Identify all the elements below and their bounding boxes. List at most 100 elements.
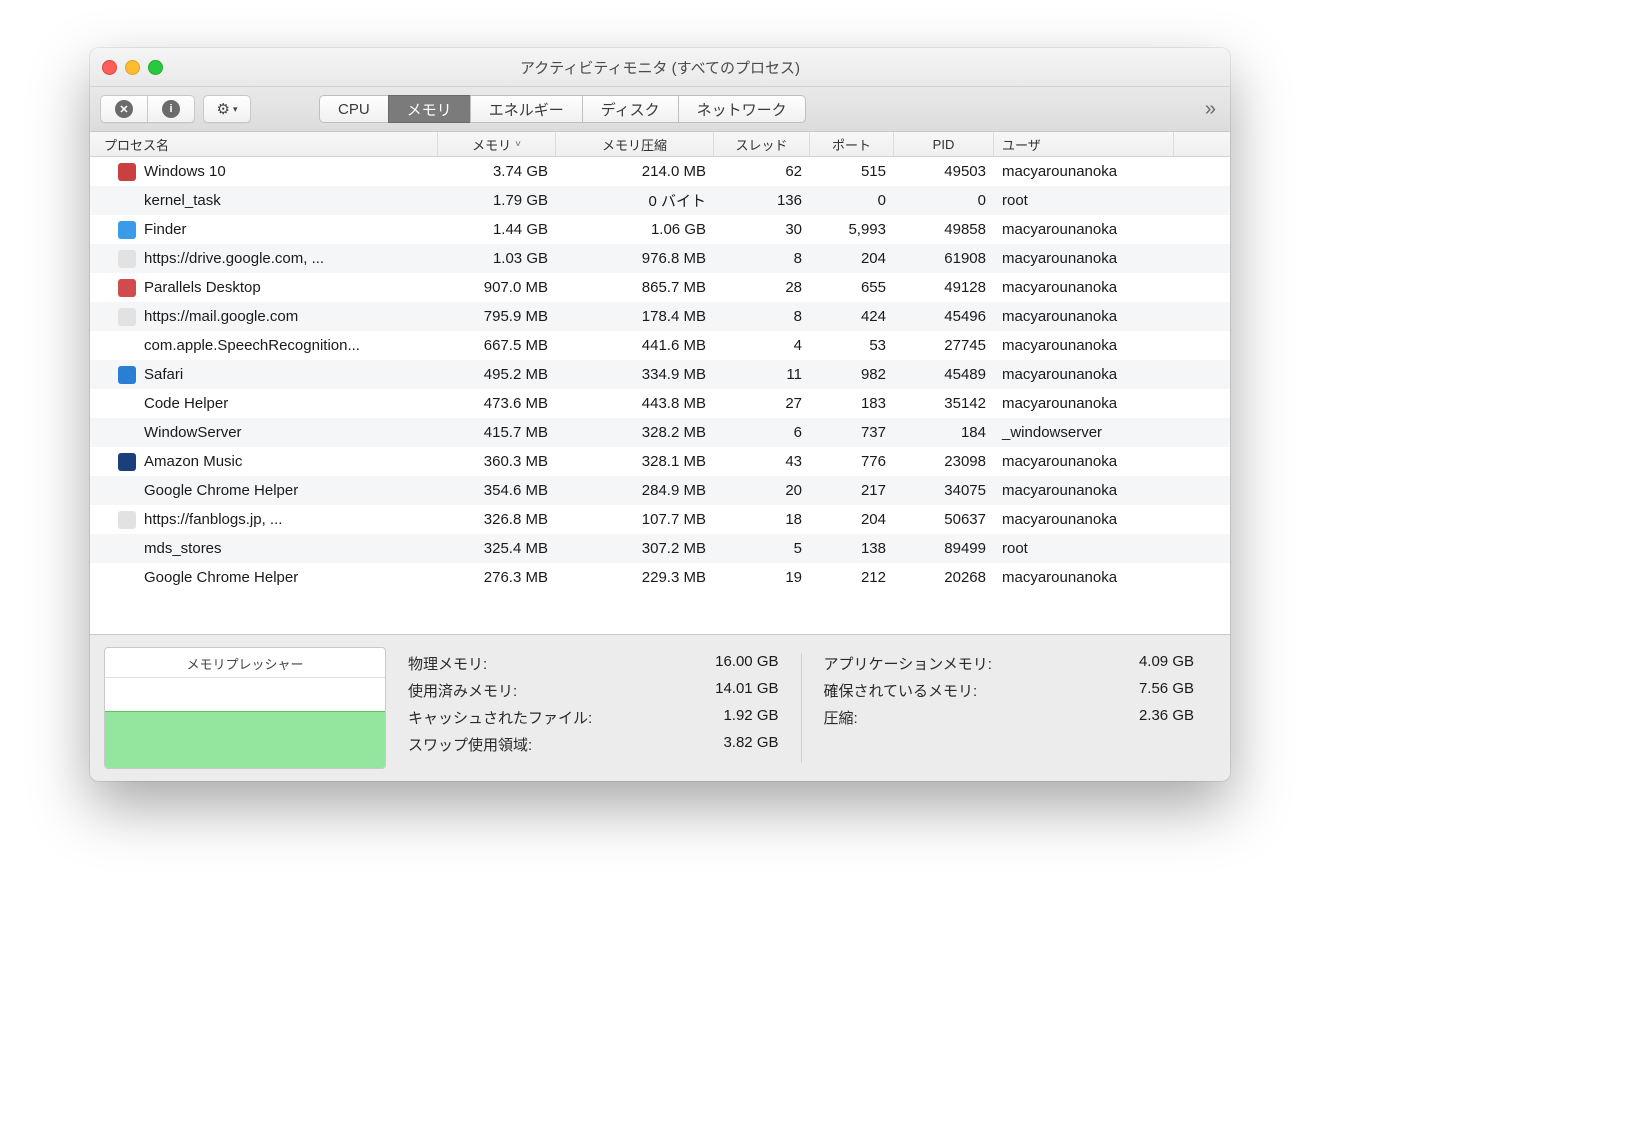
cell-compressed: 334.9 MB — [556, 366, 714, 383]
cell-user: macyarounanoka — [994, 453, 1174, 470]
titlebar[interactable]: アクティビティモニタ (すべてのプロセス) — [90, 48, 1230, 87]
cell-user: macyarounanoka — [994, 482, 1174, 499]
stat-label: 使用済みメモリ: — [408, 680, 639, 701]
process-icon — [118, 540, 136, 558]
cell-compressed: 284.9 MB — [556, 482, 714, 499]
cell-compressed: 214.0 MB — [556, 163, 714, 180]
header-process-name[interactable]: プロセス名 — [90, 132, 438, 156]
cell-memory: 326.8 MB — [438, 511, 556, 528]
stat-value: 4.09 GB — [1080, 653, 1194, 674]
minimize-icon[interactable] — [125, 60, 140, 75]
options-button[interactable]: ⚙ ▾ — [203, 95, 251, 123]
cell-compressed: 976.8 MB — [556, 250, 714, 267]
process-icon — [118, 424, 136, 442]
cell-threads: 30 — [714, 221, 810, 238]
inspect-process-button[interactable]: i — [147, 95, 195, 123]
toolbar-overflow-icon[interactable]: » — [1205, 98, 1220, 121]
cell-pid: 27745 — [894, 337, 994, 354]
table-row[interactable]: Safari495.2 MB334.9 MB1198245489macyarou… — [90, 360, 1230, 389]
table-row[interactable]: Windows 103.74 GB214.0 MB6251549503macya… — [90, 157, 1230, 186]
stop-process-button[interactable]: ✕ — [100, 95, 148, 123]
table-row[interactable]: Amazon Music360.3 MB328.1 MB4377623098ma… — [90, 447, 1230, 476]
tab-cpu[interactable]: CPU — [319, 95, 389, 123]
tab-memory[interactable]: メモリ — [388, 95, 471, 123]
cell-compressed: 229.3 MB — [556, 569, 714, 586]
table-row[interactable]: https://mail.google.com795.9 MB178.4 MB8… — [90, 302, 1230, 331]
header-memory-label: メモリ — [472, 135, 511, 154]
process-icon — [118, 250, 136, 268]
cell-threads: 43 — [714, 453, 810, 470]
cell-ports: 204 — [810, 250, 894, 267]
cell-pid: 35142 — [894, 395, 994, 412]
cell-threads: 11 — [714, 366, 810, 383]
table-row[interactable]: com.apple.SpeechRecognition...667.5 MB44… — [90, 331, 1230, 360]
memory-pressure-chart — [105, 678, 385, 768]
tab-energy[interactable]: エネルギー — [470, 95, 583, 123]
cell-pid: 45496 — [894, 308, 994, 325]
process-icon — [118, 395, 136, 413]
cell-compressed: 443.8 MB — [556, 395, 714, 412]
table-row[interactable]: https://fanblogs.jp, ...326.8 MB107.7 MB… — [90, 505, 1230, 534]
process-icon — [118, 569, 136, 587]
header-memory[interactable]: メモリ ˅ — [438, 132, 556, 156]
header-compressed[interactable]: メモリ圧縮 — [556, 132, 714, 156]
cell-pid: 49503 — [894, 163, 994, 180]
header-ports[interactable]: ポート — [810, 132, 894, 156]
cell-memory: 667.5 MB — [438, 337, 556, 354]
cell-threads: 62 — [714, 163, 810, 180]
header-threads[interactable]: スレッド — [714, 132, 810, 156]
header-user[interactable]: ユーザ — [994, 132, 1174, 156]
table-row[interactable]: kernel_task1.79 GB0 バイト13600root — [90, 186, 1230, 215]
cell-pid: 184 — [894, 424, 994, 441]
cell-ports: 5,993 — [810, 221, 894, 238]
cell-pid: 89499 — [894, 540, 994, 557]
cell-user: macyarounanoka — [994, 279, 1174, 296]
cell-threads: 27 — [714, 395, 810, 412]
process-name: Safari — [144, 366, 183, 383]
window-controls — [90, 60, 163, 75]
process-name: Amazon Music — [144, 453, 242, 470]
activity-monitor-window: アクティビティモニタ (すべてのプロセス) ✕ i ⚙ ▾ CPU メモリ エネ… — [90, 48, 1230, 781]
tab-group: CPU メモリ エネルギー ディスク ネットワーク — [319, 95, 806, 123]
stat-value: 2.36 GB — [1080, 707, 1194, 728]
cell-compressed: 178.4 MB — [556, 308, 714, 325]
table-row[interactable]: https://drive.google.com, ... 1.03 GB976.… — [90, 244, 1230, 273]
stat-label: キャッシュされたファイル: — [408, 707, 639, 728]
cell-threads: 8 — [714, 308, 810, 325]
cell-memory: 325.4 MB — [438, 540, 556, 557]
table-row[interactable]: Google Chrome Helper276.3 MB229.3 MB1921… — [90, 563, 1230, 592]
summary-panel: メモリプレッシャー 物理メモリ:16.00 GB使用済みメモリ:14.01 GB… — [90, 634, 1230, 781]
cell-pid: 49128 — [894, 279, 994, 296]
cell-compressed: 107.7 MB — [556, 511, 714, 528]
cell-user: macyarounanoka — [994, 250, 1174, 267]
process-icon — [118, 511, 136, 529]
table-row[interactable]: Google Chrome Helper354.6 MB284.9 MB2021… — [90, 476, 1230, 505]
summary-right: アプリケーションメモリ:4.09 GB確保されているメモリ:7.56 GB圧縮:… — [802, 647, 1217, 769]
table-row[interactable]: Code Helper473.6 MB443.8 MB2718335142mac… — [90, 389, 1230, 418]
cell-memory: 354.6 MB — [438, 482, 556, 499]
cell-user: macyarounanoka — [994, 395, 1174, 412]
close-icon[interactable] — [102, 60, 117, 75]
cell-ports: 138 — [810, 540, 894, 557]
table-row[interactable]: Finder1.44 GB1.06 GB305,99349858macyarou… — [90, 215, 1230, 244]
tab-network[interactable]: ネットワーク — [678, 95, 806, 123]
cell-compressed: 865.7 MB — [556, 279, 714, 296]
table-row[interactable]: Parallels Desktop907.0 MB865.7 MB2865549… — [90, 273, 1230, 302]
cell-memory: 1.79 GB — [438, 192, 556, 209]
memory-pressure-graph: メモリプレッシャー — [104, 647, 386, 769]
cell-threads: 6 — [714, 424, 810, 441]
cell-threads: 4 — [714, 337, 810, 354]
stat-value: 7.56 GB — [1080, 680, 1194, 701]
cell-memory: 1.44 GB — [438, 221, 556, 238]
table-row[interactable]: mds_stores325.4 MB307.2 MB513889499root — [90, 534, 1230, 563]
header-pid[interactable]: PID — [894, 132, 994, 156]
table-row[interactable]: WindowServer415.7 MB328.2 MB6737184_wind… — [90, 418, 1230, 447]
sort-descending-icon: ˅ — [515, 139, 521, 150]
zoom-icon[interactable] — [148, 60, 163, 75]
cell-user: macyarounanoka — [994, 366, 1174, 383]
tab-disk[interactable]: ディスク — [582, 95, 679, 123]
cell-memory: 276.3 MB — [438, 569, 556, 586]
process-name: https://drive.google.com, ... — [144, 250, 324, 267]
cell-memory: 1.03 GB — [438, 250, 556, 267]
cell-pid: 50637 — [894, 511, 994, 528]
